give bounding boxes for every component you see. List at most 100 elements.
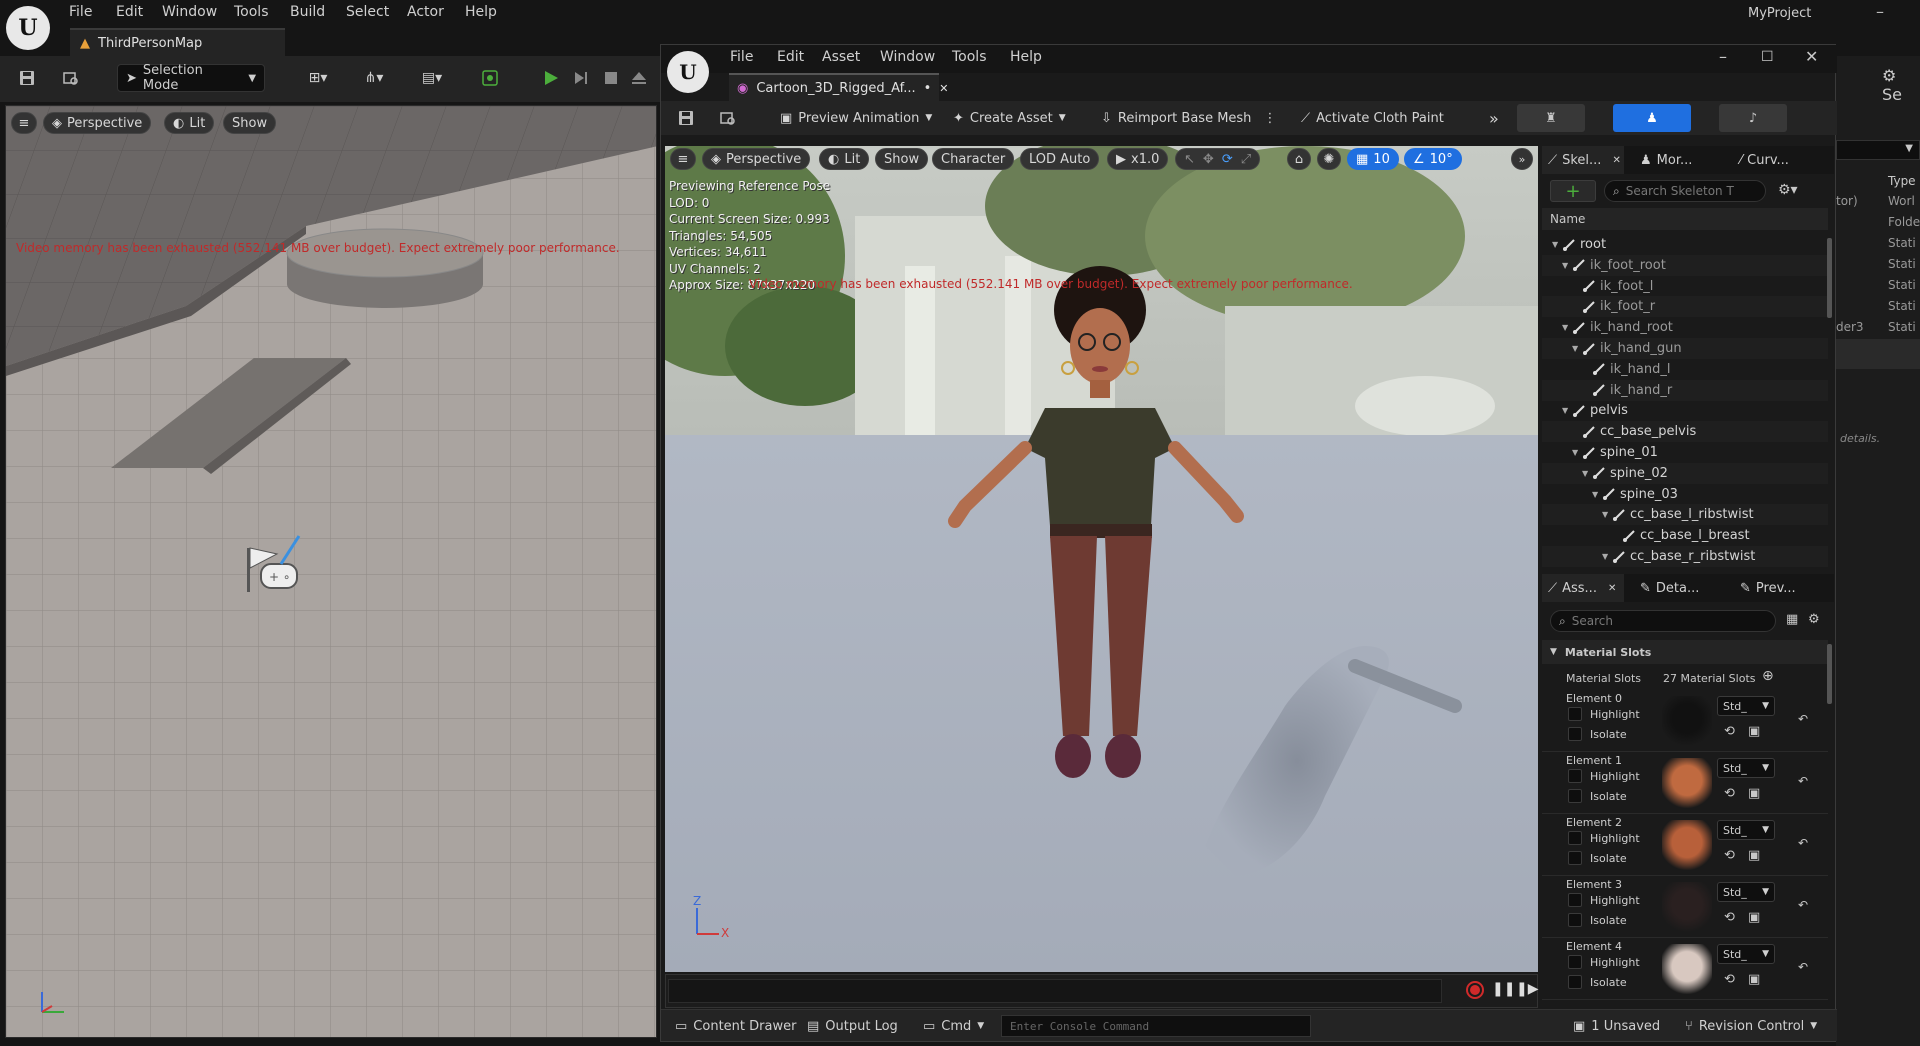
isolate-checkbox[interactable] bbox=[1568, 727, 1582, 741]
ae-browse-icon[interactable] bbox=[713, 104, 743, 132]
pv-show-button[interactable]: Show bbox=[875, 148, 929, 170]
browse-folder-icon[interactable]: ▣ bbox=[1748, 724, 1764, 740]
asset-editor-logo[interactable]: U bbox=[667, 51, 709, 93]
asset-tab[interactable]: ◉ Cartoon_3D_Rigged_Af... • ✕ bbox=[729, 73, 949, 101]
eject-icon[interactable] bbox=[626, 64, 652, 92]
pv-overflow-icon[interactable]: » bbox=[1511, 148, 1533, 170]
material-thumbnail[interactable] bbox=[1662, 696, 1712, 746]
menu-edit[interactable]: Edit bbox=[116, 4, 143, 20]
details-search[interactable]: ⌕ Search bbox=[1550, 610, 1776, 632]
ae-menu-asset[interactable]: Asset bbox=[822, 49, 860, 65]
cloth-paint-button[interactable]: ⟋ Activate Cloth Paint bbox=[1295, 104, 1450, 132]
isolate-checkbox[interactable] bbox=[1568, 789, 1582, 803]
tab-skeleton[interactable]: ⟋ Skel... ✕ bbox=[1542, 146, 1624, 174]
use-selected-icon[interactable]: ⟲ bbox=[1724, 848, 1740, 864]
selection-mode-dropdown[interactable]: ➤ Selection Mode ▼ bbox=[117, 63, 265, 93]
menu-file[interactable]: File bbox=[69, 4, 92, 20]
outliner-row[interactable]: Stati bbox=[1836, 299, 1920, 320]
menu-actor[interactable]: Actor bbox=[407, 4, 444, 20]
pause-icon[interactable]: ❚❚ bbox=[1492, 981, 1515, 997]
details-scrollbar[interactable] bbox=[1827, 644, 1832, 704]
cinematics-icon[interactable]: ▤▾ bbox=[412, 64, 452, 92]
outliner-row[interactable]: der3 Stati bbox=[1836, 320, 1920, 341]
bone-row[interactable]: ik_foot_r bbox=[1542, 296, 1828, 318]
play-icon[interactable] bbox=[538, 64, 564, 92]
browse-folder-icon[interactable]: ▣ bbox=[1748, 786, 1764, 802]
material-thumbnail[interactable] bbox=[1662, 882, 1712, 932]
add-material-slot-icon[interactable]: ⊕ bbox=[1762, 668, 1774, 684]
revision-control-button[interactable]: ⑂ Revision Control ▼ bbox=[1679, 1014, 1823, 1038]
browse-icon[interactable] bbox=[58, 64, 84, 92]
tab-curves[interactable]: ⁄ Curv... bbox=[1734, 146, 1795, 174]
bone-row[interactable]: ▼ cc_base_l_ribstwist bbox=[1542, 504, 1828, 526]
map-tab[interactable]: ▲ ThirdPersonMap bbox=[70, 28, 285, 56]
pv-local-icon[interactable]: ⌂ bbox=[1287, 148, 1311, 170]
skeleton-search[interactable]: ⌕ Search Skeleton T bbox=[1604, 180, 1766, 202]
save-icon[interactable] bbox=[14, 64, 40, 92]
highlight-checkbox[interactable] bbox=[1568, 831, 1582, 845]
menu-window[interactable]: Window bbox=[162, 4, 217, 20]
outliner-filter[interactable]: ▼ bbox=[1836, 140, 1920, 160]
tab-asset-details[interactable]: ⟋ Ass... ✕ bbox=[1542, 574, 1624, 602]
ae-save-icon[interactable] bbox=[671, 104, 701, 132]
expand-arrow-icon[interactable]: ▼ bbox=[1602, 510, 1612, 519]
blueprint-icon[interactable]: ⋔▾ bbox=[354, 64, 394, 92]
bone-row[interactable]: ik_hand_r bbox=[1542, 379, 1828, 401]
bone-row[interactable]: ▼ pelvis bbox=[1542, 400, 1828, 421]
lit-button[interactable]: ◐ Lit bbox=[164, 112, 215, 134]
tab-close-icon[interactable]: ✕ bbox=[1612, 155, 1620, 166]
content-drawer-button[interactable]: ▭ Content Drawer bbox=[669, 1014, 802, 1038]
step-forward-icon[interactable]: ❚▶ bbox=[1516, 981, 1539, 997]
reimport-button[interactable]: ⇩ Reimport Base Mesh ⋮ bbox=[1095, 104, 1282, 132]
more-icon[interactable]: ⋮ bbox=[1263, 111, 1276, 126]
overflow-chevron-icon[interactable]: » bbox=[1483, 104, 1505, 132]
bone-row[interactable]: ▼ spine_01 bbox=[1542, 442, 1828, 463]
bone-row[interactable]: ▼ cc_base_r_ribstwist bbox=[1542, 546, 1828, 567]
outliner-selected-row[interactable] bbox=[1836, 339, 1920, 369]
bone-row[interactable]: ▼ ik_foot_root bbox=[1542, 254, 1828, 276]
expand-arrow-icon[interactable]: ▼ bbox=[1602, 552, 1612, 561]
tab-close-icon[interactable]: ✕ bbox=[939, 82, 948, 95]
bone-row[interactable]: ▼ root bbox=[1542, 234, 1828, 255]
browse-folder-icon[interactable]: ▣ bbox=[1748, 910, 1764, 926]
menu-build[interactable]: Build bbox=[290, 4, 325, 20]
expand-arrow-icon[interactable]: ▼ bbox=[1592, 490, 1602, 499]
ae-close-icon[interactable]: ✕ bbox=[1805, 47, 1818, 66]
use-selected-icon[interactable]: ⟲ bbox=[1724, 972, 1740, 988]
pv-lod-button[interactable]: LOD Auto bbox=[1020, 148, 1100, 170]
reset-arrow-icon[interactable]: ↶ bbox=[1798, 712, 1814, 728]
scale-icon[interactable]: ⤢ bbox=[1241, 152, 1251, 167]
preview-viewport[interactable]: ≡ ◈ Perspective ◐ Lit Show Character LOD A… bbox=[665, 146, 1538, 972]
skeleton-settings-gear-icon[interactable]: ⚙▾ bbox=[1778, 182, 1798, 198]
expand-arrow-icon[interactable]: ▼ bbox=[1562, 323, 1572, 332]
preview-animation-dropdown[interactable]: ▣ Preview Animation ▼ bbox=[774, 104, 938, 132]
rotate-icon[interactable]: ⟳ bbox=[1222, 152, 1233, 167]
isolate-checkbox[interactable] bbox=[1568, 913, 1582, 927]
select-icon[interactable]: ↖ bbox=[1184, 152, 1195, 167]
material-thumbnail[interactable] bbox=[1662, 944, 1712, 994]
unreal-logo[interactable]: U bbox=[6, 6, 50, 50]
menu-tools[interactable]: Tools bbox=[234, 4, 269, 20]
ae-menu-tools[interactable]: Tools bbox=[952, 49, 987, 65]
outliner-row[interactable]: Stati bbox=[1836, 236, 1920, 257]
ae-minimize-icon[interactable]: – bbox=[1719, 47, 1727, 66]
reset-arrow-icon[interactable]: ↶ bbox=[1798, 774, 1814, 790]
perspective-button[interactable]: ◈ Perspective bbox=[43, 112, 152, 134]
create-asset-dropdown[interactable]: ✦ Create Asset ▼ bbox=[947, 104, 1072, 132]
reset-arrow-icon[interactable]: ↶ bbox=[1798, 960, 1814, 976]
ae-menu-window[interactable]: Window bbox=[880, 49, 935, 65]
material-dropdown[interactable]: Std_ ▼ bbox=[1717, 820, 1775, 840]
skeleton-scrollbar[interactable] bbox=[1827, 238, 1832, 318]
add-bone-socket-button[interactable]: + bbox=[1550, 180, 1596, 202]
material-dropdown[interactable]: Std_ ▼ bbox=[1717, 944, 1775, 964]
translate-icon[interactable]: ✥ bbox=[1203, 152, 1214, 167]
unsaved-button[interactable]: ▣ 1 Unsaved bbox=[1567, 1014, 1666, 1038]
add-actor-icon[interactable]: ⊞▾ bbox=[298, 64, 338, 92]
tab-close-icon[interactable]: ✕ bbox=[1608, 583, 1616, 594]
bone-row[interactable]: cc_base_l_breast bbox=[1542, 525, 1828, 546]
show-button[interactable]: Show bbox=[223, 112, 277, 134]
ae-menu-edit[interactable]: Edit bbox=[777, 49, 804, 65]
pv-lit-button[interactable]: ◐ Lit bbox=[819, 148, 870, 170]
menu-select[interactable]: Select bbox=[346, 4, 389, 20]
browse-folder-icon[interactable]: ▣ bbox=[1748, 972, 1764, 988]
